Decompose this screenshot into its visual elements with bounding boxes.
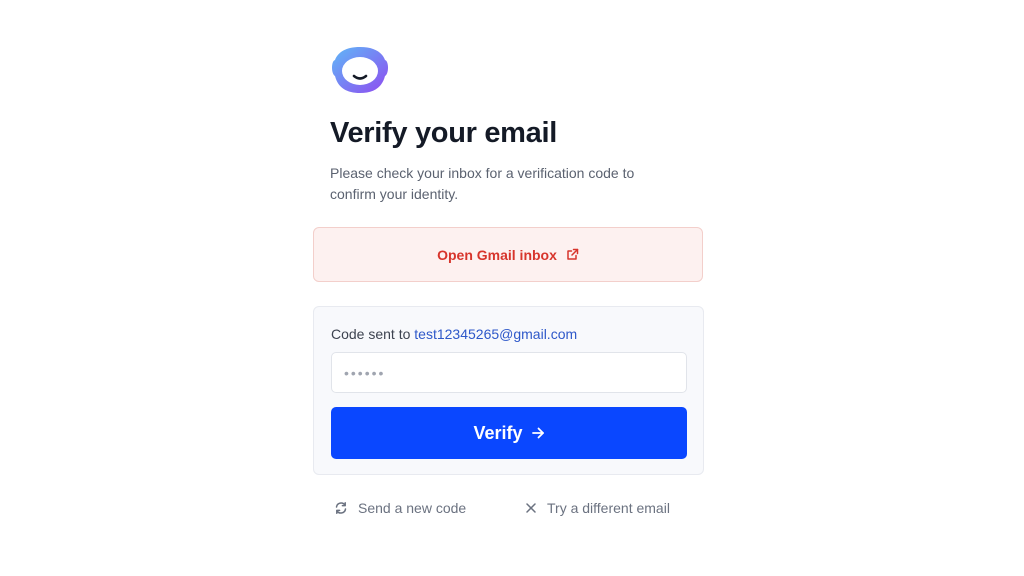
open-gmail-inbox-label: Open Gmail inbox xyxy=(437,246,557,263)
code-sent-line: Code sent to test12345265@gmail.com xyxy=(331,326,577,342)
smiling-face-logo-icon xyxy=(332,47,388,93)
verification-code-input[interactable] xyxy=(331,352,687,393)
code-sent-label: Code sent to xyxy=(331,326,411,342)
verification-card: Code sent to test12345265@gmail.com Veri… xyxy=(313,306,704,475)
refresh-icon xyxy=(334,501,348,515)
page-subtitle: Please check your inbox for a verificati… xyxy=(330,165,635,202)
try-different-email-label: Try a different email xyxy=(547,500,670,516)
send-new-code-label: Send a new code xyxy=(358,500,467,516)
recipient-email: test12345265@gmail.com xyxy=(414,326,578,342)
external-link-icon xyxy=(566,248,579,261)
verify-button-label: Verify xyxy=(473,422,523,443)
close-icon xyxy=(525,502,537,514)
page-title: Verify your email xyxy=(330,117,558,149)
send-new-code-link[interactable]: Send a new code xyxy=(334,500,466,516)
open-gmail-inbox-button[interactable]: Open Gmail inbox xyxy=(313,227,703,282)
verify-button[interactable]: Verify xyxy=(331,407,687,459)
verify-email-page: Verify your email Please check your inbo… xyxy=(0,0,1024,576)
try-different-email-link[interactable]: Try a different email xyxy=(525,500,670,516)
arrow-right-icon xyxy=(531,426,545,440)
